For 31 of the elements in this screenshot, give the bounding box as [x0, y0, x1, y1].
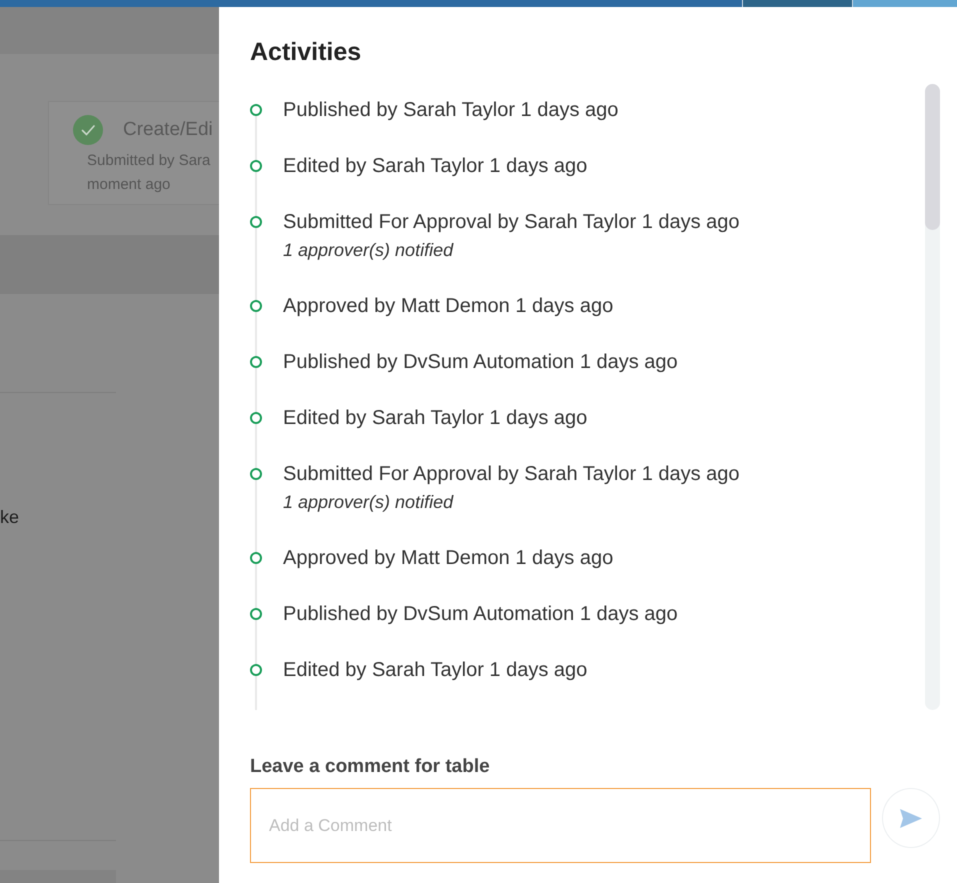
- activity-text: Submitted For Approval by Sarah Taylor 1 days ago: [283, 210, 740, 235]
- timeline-ring-icon: [250, 216, 262, 228]
- activity-text: Edited by Sarah Taylor 1 days ago: [283, 658, 588, 683]
- timeline-ring-icon: [250, 356, 262, 368]
- step-subtitle: Submitted by Sara: [87, 151, 210, 171]
- activity-text: Published by DvSum Automation 1 days ago: [283, 602, 678, 627]
- timeline-ring-icon: [250, 412, 262, 424]
- activity-text: Published by DvSum Automation 1 days ago: [283, 350, 678, 375]
- activity-note: 1 approver(s) notified: [283, 491, 454, 514]
- activity-text: Approved by Matt Demon 1 days ago: [283, 546, 614, 571]
- activity-text: Submitted For Approval by Sarah Taylor 1 days ago: [283, 462, 740, 487]
- timeline-ring-icon: [250, 608, 262, 620]
- timeline-ring-icon: [250, 664, 262, 676]
- step-subtitle: moment ago: [87, 175, 170, 195]
- scrollbar-thumb[interactable]: [925, 84, 940, 230]
- activity-text: Published by Sarah Taylor 1 days ago: [283, 98, 618, 123]
- page-text: ke: [0, 506, 20, 529]
- comment-input[interactable]: Add a Comment: [250, 788, 871, 863]
- timeline-ring-icon: [250, 104, 262, 116]
- timeline-ring-icon: [250, 552, 262, 564]
- timeline-ring-icon: [250, 300, 262, 312]
- activity-text: Edited by Sarah Taylor 1 days ago: [283, 154, 588, 179]
- timeline-ring-icon: [250, 160, 262, 172]
- panel-title: Activities: [250, 37, 362, 67]
- timeline-ring-icon: [250, 468, 262, 480]
- check-icon: [73, 115, 103, 145]
- activity-text: Approved by Matt Demon 1 days ago: [283, 294, 614, 319]
- comment-label: Leave a comment for table: [250, 755, 490, 779]
- activity-text: Edited by Sarah Taylor 1 days ago: [283, 406, 588, 431]
- send-icon: [900, 808, 922, 828]
- activity-note: 1 approver(s) notified: [283, 239, 454, 262]
